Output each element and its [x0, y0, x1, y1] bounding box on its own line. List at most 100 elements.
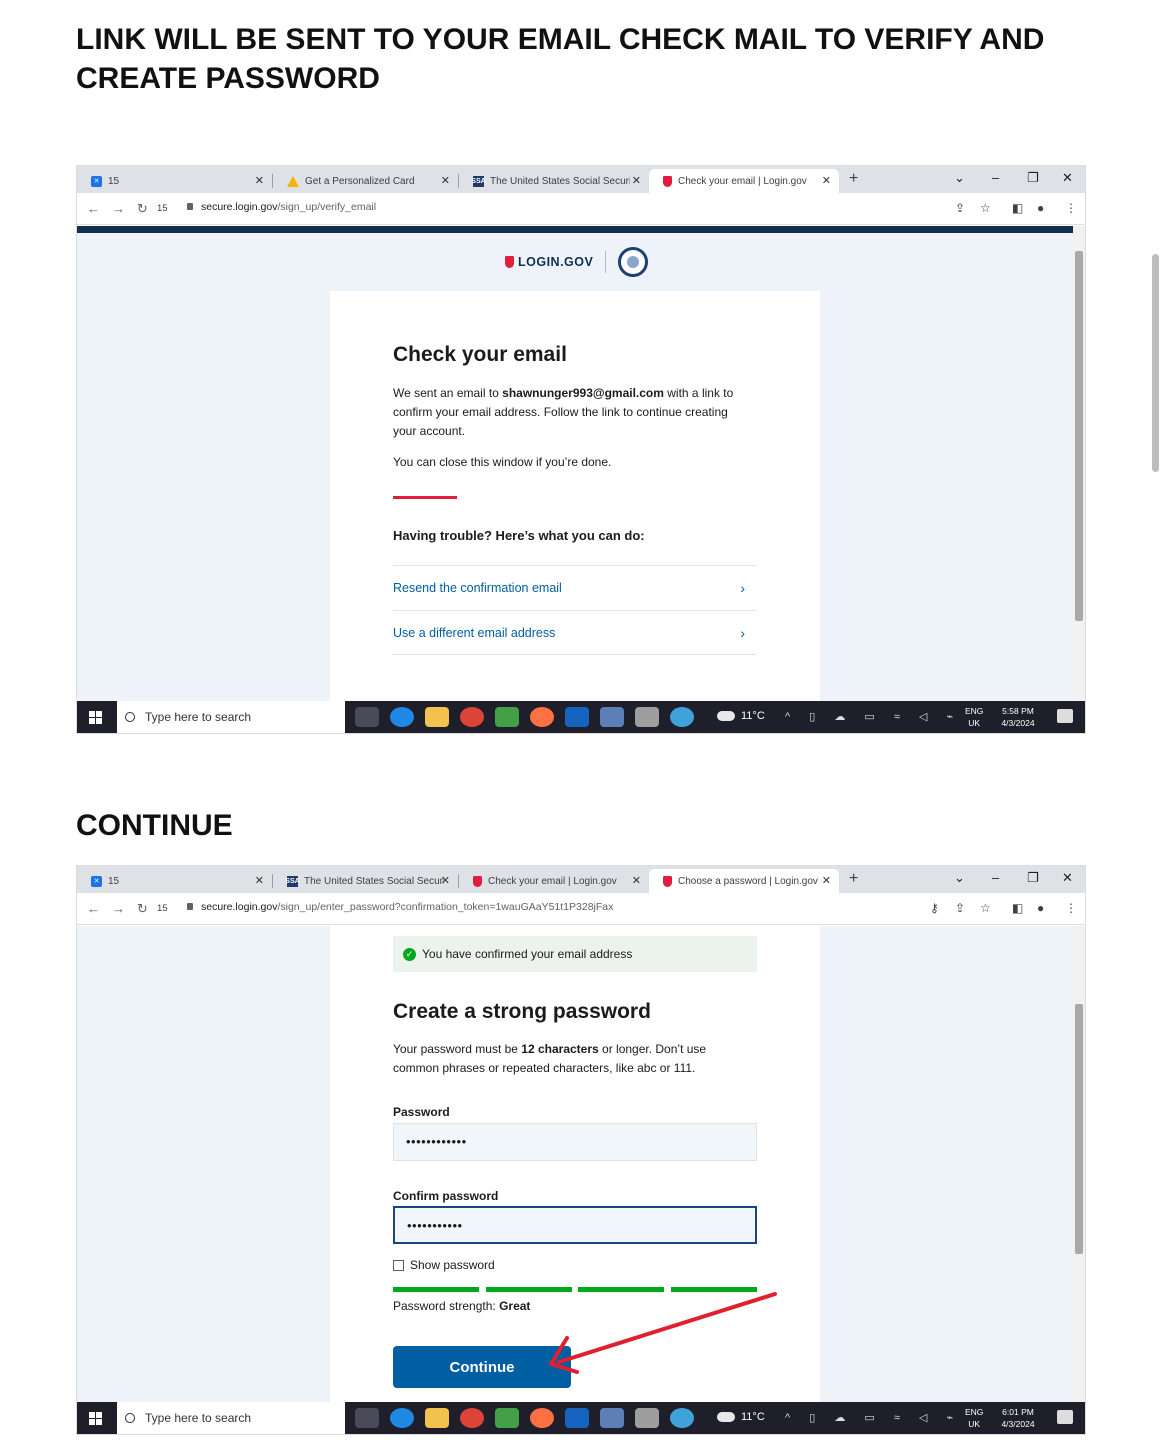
lang-region: UK [968, 718, 981, 728]
different-email-link[interactable]: Use a different email address › [393, 610, 757, 655]
browser-scrollbar[interactable] [1073, 226, 1085, 703]
sidebar-icon[interactable]: ◧ [1012, 201, 1023, 215]
option-label: Resend the confirmation email [393, 581, 562, 595]
taskbar-clock[interactable]: 6:01 PM 4/3/2024 [995, 1406, 1041, 1430]
language-indicator[interactable]: ENG UK [965, 705, 983, 729]
star-icon[interactable]: ☆ [980, 201, 991, 215]
weather-widget[interactable]: 11°C [717, 710, 765, 722]
restore-icon[interactable]: ❐ [1027, 170, 1039, 186]
page-viewport: LOGIN.GOV Check your email We sent an em… [77, 233, 1075, 703]
divider-accent [393, 496, 457, 499]
mail-app-icon[interactable] [565, 1408, 589, 1428]
page-title: Check your email [393, 343, 567, 366]
reload-badge: 15 [157, 203, 168, 214]
clock-date: 4/3/2024 [1001, 718, 1035, 728]
taskbar-apps [355, 1408, 694, 1428]
file-explorer-icon[interactable] [425, 1408, 449, 1428]
task-view-icon[interactable] [355, 707, 379, 727]
address-toolbar: ← → ↻ 15 secure.login.gov/sign_up/verify… [77, 193, 1085, 225]
notification-icon[interactable] [1057, 1410, 1073, 1424]
notes-icon[interactable] [635, 707, 659, 727]
tab-2[interactable]: Get a Personalized Card ✕ [273, 169, 458, 193]
notification-icon[interactable] [1057, 709, 1073, 723]
address-bar[interactable]: secure.login.gov/sign_up/verify_email [187, 201, 376, 213]
help-icon[interactable] [670, 1408, 694, 1428]
close-icon[interactable]: ✕ [822, 174, 831, 187]
clock-time: 5:58 PM [1002, 706, 1034, 716]
trouble-heading: Having trouble? Here’s what you can do: [393, 528, 645, 543]
taskbar-clock[interactable]: 5:58 PM 4/3/2024 [995, 705, 1041, 729]
close-note: You can close this window if you’re done… [393, 455, 612, 469]
login-gov-header: LOGIN.GOV [505, 247, 649, 277]
close-icon[interactable]: ✕ [441, 174, 450, 187]
mail-icon: ✕ [91, 175, 102, 187]
search-placeholder: Type here to search [145, 710, 252, 724]
system-tray-icons[interactable]: ^ ▯ ☁ ▭ ≈ ◁ ⌁ [785, 1411, 961, 1424]
cloud-icon [717, 711, 735, 721]
page-scroll-indicator[interactable] [1152, 254, 1159, 472]
windows-start-icon[interactable] [89, 711, 102, 724]
back-icon[interactable]: ← [87, 201, 100, 216]
close-window-icon[interactable]: ✕ [1062, 170, 1073, 186]
scrollbar-thumb[interactable] [1075, 251, 1083, 621]
taskbar-search[interactable]: Type here to search [117, 701, 345, 733]
taskbar-search[interactable]: Type here to search [117, 1402, 345, 1434]
windows-taskbar: Type here to search 11°C ^ ▯ ☁ ▭ ≈ ◁ ⌁ E… [77, 701, 1085, 733]
lang-region: UK [968, 1419, 981, 1429]
ssa-icon: SSA [471, 175, 486, 187]
lock-icon [187, 203, 193, 210]
lock-app-icon[interactable] [495, 707, 519, 727]
photos-icon[interactable] [600, 707, 624, 727]
share-icon[interactable]: ⇪ [955, 201, 965, 215]
annotation-arrow [549, 1292, 777, 1374]
tab-label: 15 [108, 175, 120, 187]
chrome-icon[interactable] [460, 1408, 484, 1428]
tab-4-active[interactable]: Check your email | Login.gov ✕ [649, 169, 839, 193]
forward-icon[interactable]: → [112, 201, 125, 216]
content-card: Check your email We sent an email to sha… [330, 291, 820, 703]
instructions-text: We sent an email to shawnunger993@gmail.… [393, 384, 753, 441]
menu-icon[interactable]: ⋮ [1065, 201, 1077, 215]
clock-time: 6:01 PM [1002, 1407, 1034, 1417]
edge-icon[interactable] [390, 1408, 414, 1428]
system-tray-icons[interactable]: ^ ▯ ☁ ▭ ≈ ◁ ⌁ [785, 710, 961, 723]
edge-icon[interactable] [390, 707, 414, 727]
chevron-down-icon[interactable]: ⌄ [954, 170, 965, 186]
windows-start-icon[interactable] [89, 1412, 102, 1425]
minimize-icon[interactable]: – [992, 170, 999, 185]
lang-code: ENG [965, 706, 984, 716]
temperature: 11°C [741, 1411, 765, 1423]
new-tab-icon[interactable]: + [849, 170, 858, 188]
arrow-head [549, 1336, 579, 1374]
language-indicator[interactable]: ENG UK [965, 1406, 983, 1430]
chrome-icon[interactable] [460, 707, 484, 727]
body-prefix: We sent an email to [393, 386, 503, 400]
chevron-right-icon: › [740, 580, 745, 596]
login-gov-icon [663, 175, 672, 187]
weather-widget[interactable]: 11°C [717, 1411, 765, 1423]
profile-icon[interactable]: ● [1037, 201, 1044, 215]
help-icon[interactable] [670, 707, 694, 727]
tab-3[interactable]: SSA The United States Social Securit ✕ [459, 169, 649, 193]
firefox-icon[interactable] [530, 707, 554, 727]
close-icon[interactable]: ✕ [632, 174, 641, 187]
lock-app-icon[interactable] [495, 1408, 519, 1428]
email-address: shawnunger993@gmail.com [502, 386, 664, 400]
tab-1[interactable]: ✕ 15 ✕ [77, 169, 272, 193]
resend-email-link[interactable]: Resend the confirmation email › [393, 565, 757, 610]
clock-date: 4/3/2024 [1001, 1419, 1035, 1429]
screenshot-create-password: ✕ 15 ✕ SSA The United States Social Secu… [76, 865, 1086, 1435]
tab-label: The United States Social Securit [490, 175, 630, 187]
mail-app-icon[interactable] [565, 707, 589, 727]
task-view-icon[interactable] [355, 1408, 379, 1428]
card-icon [287, 175, 299, 187]
close-icon[interactable]: ✕ [255, 174, 264, 187]
tab-strip: ✕ 15 ✕ Get a Personalized Card ✕ SSA The… [77, 166, 1085, 193]
login-gov-shield-icon [505, 256, 514, 268]
notes-icon[interactable] [635, 1408, 659, 1428]
firefox-icon[interactable] [530, 1408, 554, 1428]
login-gov-topbar [77, 226, 1075, 233]
file-explorer-icon[interactable] [425, 707, 449, 727]
reload-icon[interactable]: ↻ [137, 201, 148, 217]
photos-icon[interactable] [600, 1408, 624, 1428]
